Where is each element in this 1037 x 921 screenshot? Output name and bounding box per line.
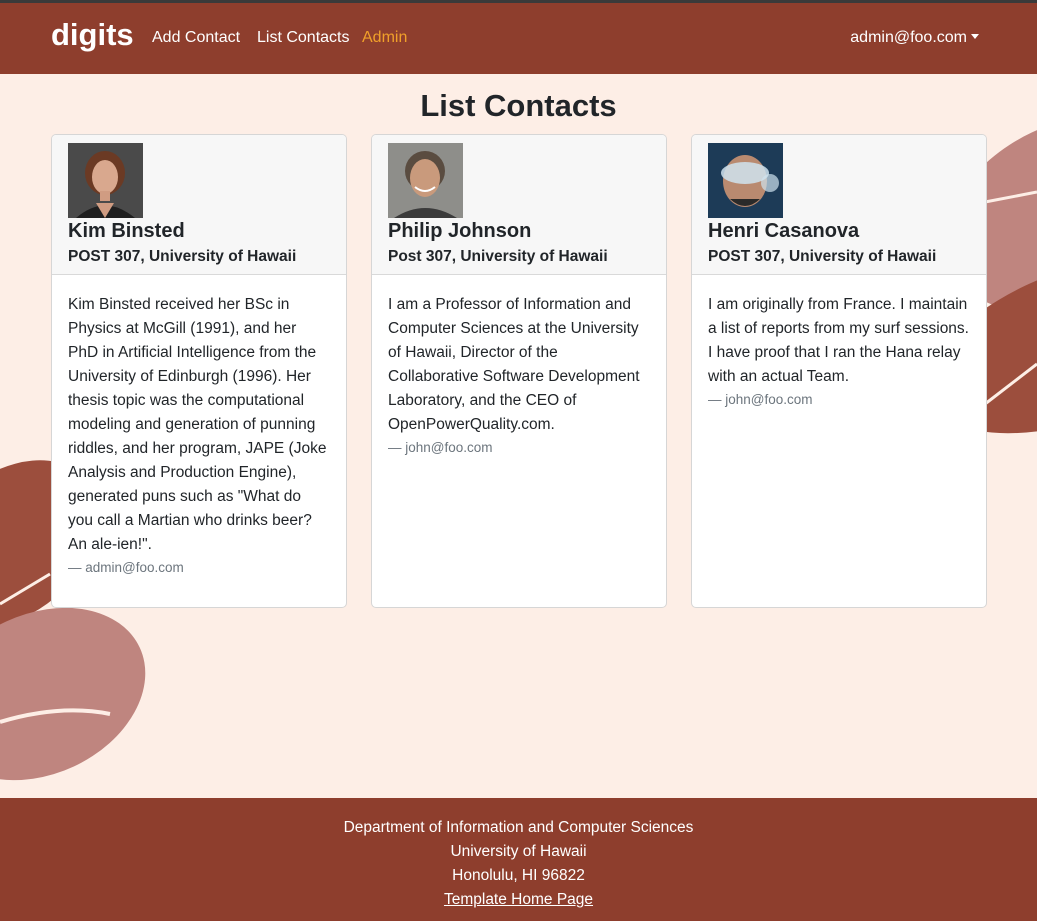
contact-photo [388, 143, 463, 218]
user-dropdown[interactable]: admin@foo.com [850, 29, 979, 47]
page-footer: Department of Information and Computer S… [0, 798, 1037, 921]
contact-owner: — john@foo.com [708, 392, 813, 407]
brand-logo[interactable]: digits [51, 17, 134, 53]
contact-name: Kim Binsted [68, 220, 185, 242]
card-header: Philip Johnson Post 307, University of H… [372, 135, 666, 275]
card-body: I am a Professor of Information and Comp… [372, 275, 666, 455]
card-body: I am originally from France. I maintain … [692, 275, 986, 407]
footer-university: University of Hawaii [450, 843, 587, 860]
nav-add-contact[interactable]: Add Contact [152, 29, 240, 47]
card-header: Kim Binsted POST 307, University of Hawa… [52, 135, 346, 275]
template-home-link[interactable]: Template Home Page [444, 891, 593, 908]
footer-address: Honolulu, HI 96822 [452, 867, 585, 884]
card-body: Kim Binsted received her BSc in Physics … [52, 275, 346, 575]
contact-name: Henri Casanova [708, 220, 860, 242]
contact-address: POST 307, University of Hawaii [708, 248, 937, 265]
contact-photo [708, 143, 783, 218]
contact-card: Kim Binsted POST 307, University of Hawa… [51, 134, 347, 608]
contact-owner: — admin@foo.com [68, 560, 184, 575]
contact-description: Kim Binsted received her BSc in Physics … [68, 296, 327, 553]
contact-card: Henri Casanova POST 307, University of H… [691, 134, 987, 608]
contact-description: I am originally from France. I maintain … [708, 296, 969, 385]
contact-owner: — john@foo.com [388, 440, 493, 455]
nav-list-contacts[interactable]: List Contacts [257, 29, 349, 47]
contact-address: POST 307, University of Hawaii [68, 248, 297, 265]
footer-department: Department of Information and Computer S… [343, 819, 694, 836]
contact-card: Philip Johnson Post 307, University of H… [371, 134, 667, 608]
card-header: Henri Casanova POST 307, University of H… [692, 135, 986, 275]
contact-name: Philip Johnson [388, 220, 532, 242]
contact-description: I am a Professor of Information and Comp… [388, 296, 640, 433]
caret-down-icon [971, 34, 979, 39]
page-title: List Contacts [420, 88, 617, 123]
top-navbar: digits Add Contact List Contacts Admin a… [0, 3, 1037, 74]
contact-address: Post 307, University of Hawaii [388, 248, 608, 265]
nav-admin[interactable]: Admin [362, 29, 407, 47]
user-email: admin@foo.com [850, 29, 967, 46]
contact-photo [68, 143, 143, 218]
